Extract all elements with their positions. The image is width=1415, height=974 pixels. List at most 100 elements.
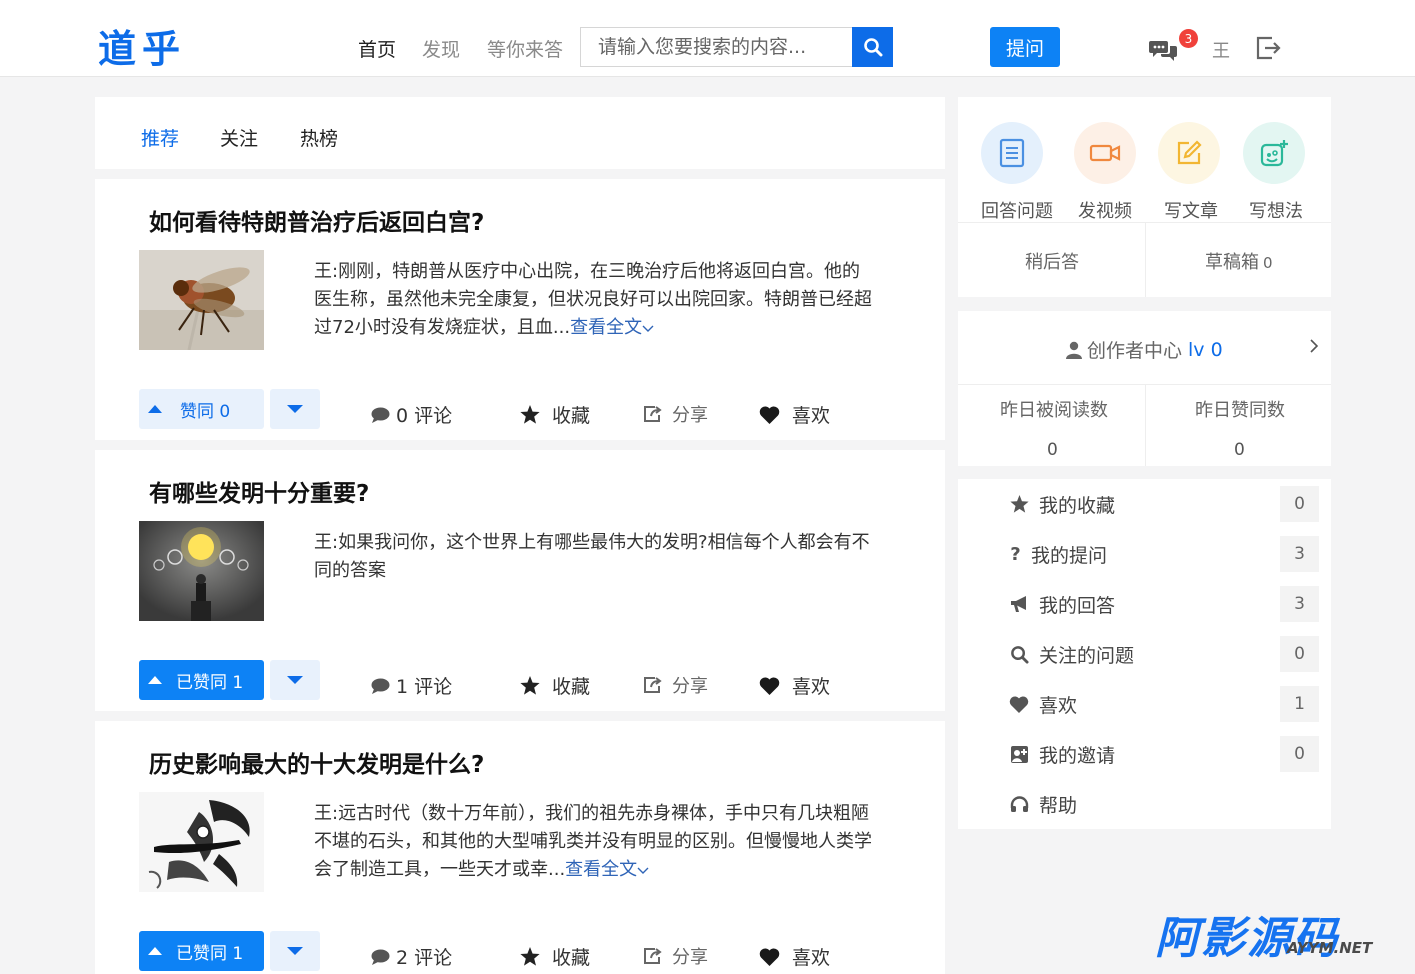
answer-question-button[interactable] <box>981 122 1043 184</box>
answer-question-label[interactable]: 回答问题 <box>981 197 1053 223</box>
share-icon <box>644 406 662 422</box>
menu-help[interactable]: 帮助 <box>1008 786 1077 822</box>
chevron-right-icon[interactable] <box>1308 337 1320 355</box>
upvote-button[interactable]: 已赞同 1 <box>139 931 264 971</box>
menu-count: 1 <box>1280 686 1319 722</box>
write-article-label[interactable]: 写文章 <box>1164 197 1218 223</box>
chevron-down-icon <box>637 867 649 874</box>
comment-button[interactable]: 1 评论 <box>371 672 452 699</box>
like-button[interactable]: 喜欢 <box>759 672 830 699</box>
menu-my-questions[interactable]: ? 我的提问 <box>1008 536 1107 572</box>
tab-following[interactable]: 关注 <box>220 124 258 151</box>
share-button[interactable]: 分享 <box>643 672 708 698</box>
feed-tabs: 推荐 关注 热榜 <box>95 97 945 169</box>
creator-center-link[interactable]: 创作者中心 lv 0 <box>1066 336 1223 363</box>
stat-reads-value: 0 <box>1047 440 1058 460</box>
favorite-button[interactable]: 收藏 <box>520 401 590 428</box>
comment-icon <box>371 407 390 423</box>
like-button[interactable]: 喜欢 <box>759 401 830 428</box>
divider <box>1145 384 1146 466</box>
downvote-button[interactable] <box>270 931 320 971</box>
heart-icon <box>759 947 780 966</box>
favorite-button[interactable]: 收藏 <box>520 943 590 970</box>
post-thumbnail-ink-art[interactable] <box>139 792 264 892</box>
messages-icon[interactable] <box>1149 38 1179 62</box>
post-title[interactable]: 有哪些发明十分重要? <box>149 474 369 508</box>
share-icon <box>644 677 662 693</box>
post-excerpt: 王:如果我问你，这个世界上有哪些最伟大的发明?相信每个人都会有不同的答案 <box>314 532 870 581</box>
upvote-button[interactable]: 赞同 0 <box>139 389 264 429</box>
downvote-button[interactable] <box>270 660 320 700</box>
star-icon <box>520 947 540 966</box>
stat-reads-label: 昨日被阅读数 <box>1000 400 1108 421</box>
menu-my-invitations[interactable]: 我的邀请 <box>1008 736 1115 772</box>
write-idea-label[interactable]: 写想法 <box>1249 197 1303 223</box>
tab-hot[interactable]: 热榜 <box>300 124 338 151</box>
menu-followed-questions[interactable]: 关注的问题 <box>1008 636 1134 672</box>
edit-icon <box>1177 140 1202 165</box>
bullhorn-icon <box>1010 596 1026 612</box>
search-input[interactable] <box>581 28 853 66</box>
arrow-up-icon <box>148 405 162 413</box>
share-button[interactable]: 分享 <box>643 401 708 427</box>
share-icon <box>644 948 662 964</box>
post-title[interactable]: 如何看待特朗普治疗后返回白宫? <box>149 203 484 237</box>
menu-my-answers[interactable]: 我的回答 <box>1008 586 1115 622</box>
arrow-down-icon <box>287 405 303 413</box>
post-video-button[interactable] <box>1074 122 1136 184</box>
read-more-link[interactable]: 查看全文 <box>570 317 654 338</box>
post-thumbnail-fly[interactable] <box>139 250 264 350</box>
feed-item: 历史影响最大的十大发明是什么? 王:远古时代（数十万年前），我们的祖先赤身裸体，… <box>95 721 945 974</box>
downvote-button[interactable] <box>270 389 320 429</box>
share-button[interactable]: 分享 <box>643 943 708 969</box>
post-thumbnail-lightbulb[interactable] <box>139 521 264 621</box>
write-idea-button[interactable] <box>1243 122 1305 184</box>
feed-item: 有哪些发明十分重要? 王:如果我问你，这个世界上有哪些最伟大的发明?相信每个人都… <box>95 450 945 711</box>
like-button[interactable]: 喜欢 <box>759 943 830 970</box>
comment-icon <box>371 678 390 694</box>
document-icon <box>999 138 1025 168</box>
arrow-down-icon <box>287 676 303 684</box>
post-title[interactable]: 历史影响最大的十大发明是什么? <box>149 745 484 779</box>
message-badge: 3 <box>1179 29 1198 48</box>
favorite-button[interactable]: 收藏 <box>520 672 590 699</box>
site-logo[interactable]: 道乎 <box>98 18 186 73</box>
comment-button[interactable]: 2 评论 <box>371 943 452 970</box>
tab-recommend[interactable]: 推荐 <box>141 124 179 151</box>
drafts-link[interactable]: 草稿箱 0 <box>1205 248 1273 274</box>
ask-question-button[interactable]: 提问 <box>990 27 1060 67</box>
video-camera-icon <box>1089 144 1121 162</box>
search-button[interactable] <box>852 27 893 67</box>
question-icon: ? <box>1010 543 1021 565</box>
divider <box>1145 222 1146 297</box>
menu-count: 3 <box>1280 536 1319 572</box>
logout-icon[interactable] <box>1254 34 1282 62</box>
nav-discover[interactable]: 发现 <box>422 35 460 62</box>
read-more-link[interactable]: 查看全文 <box>565 859 649 880</box>
arrow-up-icon <box>148 676 162 684</box>
search-box <box>580 27 893 67</box>
idea-icon <box>1260 140 1288 167</box>
user-icon <box>1066 341 1082 359</box>
search-icon <box>1010 645 1029 664</box>
search-icon <box>863 38 882 57</box>
answer-later-link[interactable]: 稍后答 <box>1025 248 1079 274</box>
creator-center-card <box>958 311 1331 466</box>
menu-my-favorites[interactable]: 我的收藏 <box>1008 486 1115 522</box>
write-article-button[interactable] <box>1158 122 1220 184</box>
arrow-down-icon <box>287 947 303 955</box>
nav-waiting-answers[interactable]: 等你来答 <box>487 35 563 62</box>
star-icon <box>1009 495 1029 513</box>
heart-icon <box>1009 695 1029 713</box>
post-excerpt: 王:远古时代（数十万年前），我们的祖先赤身裸体，手中只有几块粗陋不堪的石头，和其… <box>314 800 874 884</box>
menu-likes[interactable]: 喜欢 <box>1008 686 1077 722</box>
upvote-button[interactable]: 已赞同 1 <box>139 660 264 700</box>
post-video-label[interactable]: 发视频 <box>1078 197 1132 223</box>
drafts-count: 0 <box>1263 254 1273 272</box>
menu-count: 0 <box>1280 636 1319 672</box>
user-avatar-name[interactable]: 王 <box>1212 37 1230 63</box>
menu-count: 0 <box>1280 486 1319 522</box>
comment-button[interactable]: 0 评论 <box>371 401 452 428</box>
quick-actions-card: 回答问题 发视频 写文章 写想法 稍后答 草稿箱 0 <box>958 97 1331 297</box>
nav-home[interactable]: 首页 <box>358 35 396 62</box>
